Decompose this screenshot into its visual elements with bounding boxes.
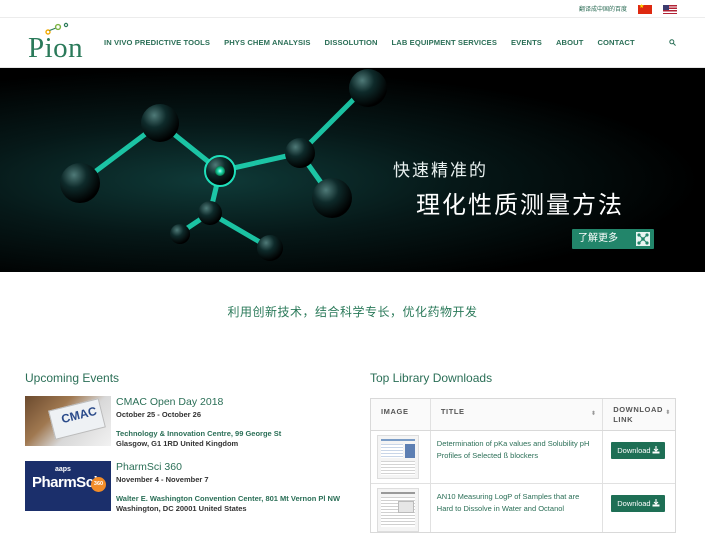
molecule-icon — [636, 232, 650, 246]
download-button-label: Download — [617, 499, 651, 508]
column-header-title[interactable]: TITLE ⬍ — [431, 399, 604, 430]
table-row: Determination of pKa values and Solubili… — [371, 431, 675, 484]
pion-logo[interactable]: Pion — [28, 22, 94, 64]
column-header-title-label: TITLE — [440, 407, 465, 416]
download-icon — [652, 446, 660, 454]
document-preview — [377, 488, 419, 532]
sort-icon: ⬍ — [590, 411, 597, 417]
nav-phys-chem[interactable]: PHYS CHEM ANALYSIS — [224, 38, 310, 47]
download-button[interactable]: Download — [611, 495, 666, 512]
nav-contact[interactable]: CONTACT — [597, 38, 634, 47]
column-header-image-label: IMAGE — [381, 407, 409, 416]
event-location: Technology & Innovation Centre, 99 Georg… — [116, 429, 346, 448]
document-thumbnail[interactable] — [371, 484, 431, 532]
top-downloads-heading: Top Library Downloads — [370, 371, 493, 385]
event-dates: November 4 - November 7 — [116, 475, 209, 484]
download-icon — [652, 499, 660, 507]
event-thumb-brand: aaps — [55, 466, 71, 473]
table-row: AN10 Measuring LogP of Samples that are … — [371, 484, 675, 532]
document-title[interactable]: AN10 Measuring LogP of Samples that are … — [431, 484, 604, 532]
event-thumb-text: PharmSci — [32, 474, 98, 491]
event-venue[interactable]: Walter E. Washington Convention Center, … — [116, 494, 346, 504]
logo-text: Pion — [28, 32, 84, 64]
hero-headline-2: 理化性质测量方法 — [416, 191, 624, 219]
hero-banner: 快速精准的 理化性质测量方法 了解更多 — [0, 68, 705, 272]
download-button-label: Download — [617, 446, 651, 455]
cn-flag-icon[interactable] — [638, 3, 652, 14]
event-address: Glasgow, G1 1RD United Kingdom — [116, 438, 239, 448]
event-venue[interactable]: Technology & Innovation Centre, 99 Georg… — [116, 429, 346, 439]
hero-headline-1: 快速精准的 — [393, 161, 488, 181]
download-button[interactable]: Download — [611, 442, 666, 459]
learn-more-button[interactable]: 了解更多 — [572, 229, 654, 249]
sort-icon: ⬍ — [665, 410, 671, 416]
document-preview — [377, 435, 419, 479]
event-thumbnail[interactable]: CMAC — [25, 396, 111, 446]
us-flag-icon[interactable] — [663, 5, 677, 14]
downloads-table: IMAGE TITLE ⬍ DOWNLOAD LINK ⬍ Determinat… — [370, 398, 676, 533]
event-name[interactable]: PharmSci 360 — [116, 461, 182, 473]
table-header: IMAGE TITLE ⬍ DOWNLOAD LINK ⬍ — [371, 399, 675, 431]
event-address: Washington, DC 20001 United States — [116, 503, 247, 513]
nav-in-vivo[interactable]: IN VIVO PREDICTIVE TOOLS — [104, 38, 210, 47]
tagline: 利用创新技术，结合科学专长，优化药物开发 — [227, 305, 478, 319]
column-header-download[interactable]: DOWNLOAD LINK ⬍ — [603, 399, 675, 430]
column-header-image[interactable]: IMAGE — [371, 399, 431, 430]
event-thumbnail[interactable]: aaps PharmSci 360 — [25, 461, 111, 511]
search-icon[interactable] — [669, 39, 676, 46]
top-bar: 翻译成中国的百度 — [0, 0, 705, 18]
nav-about[interactable]: ABOUT — [556, 38, 584, 47]
nav-lab-equipment[interactable]: LAB EQUIPMENT SERVICES — [392, 38, 497, 47]
site-header: Pion IN VIVO PREDICTIVE TOOLS PHYS CHEM … — [0, 18, 705, 68]
document-title[interactable]: Determination of pKa values and Solubili… — [431, 431, 604, 483]
event-dates: October 25 - October 26 — [116, 410, 202, 419]
nav-dissolution[interactable]: DISSOLUTION — [325, 38, 378, 47]
event-location: Walter E. Washington Convention Center, … — [116, 494, 346, 513]
document-thumbnail[interactable] — [371, 431, 431, 483]
upcoming-events-heading: Upcoming Events — [25, 371, 120, 385]
translate-link[interactable]: 翻译成中国的百度 — [579, 4, 627, 13]
event-thumb-badge: 360 — [91, 477, 106, 492]
main-nav: IN VIVO PREDICTIVE TOOLS PHYS CHEM ANALY… — [104, 38, 649, 47]
event-name[interactable]: CMAC Open Day 2018 — [116, 396, 223, 408]
learn-more-label: 了解更多 — [578, 233, 618, 244]
nav-events[interactable]: EVENTS — [511, 38, 542, 47]
